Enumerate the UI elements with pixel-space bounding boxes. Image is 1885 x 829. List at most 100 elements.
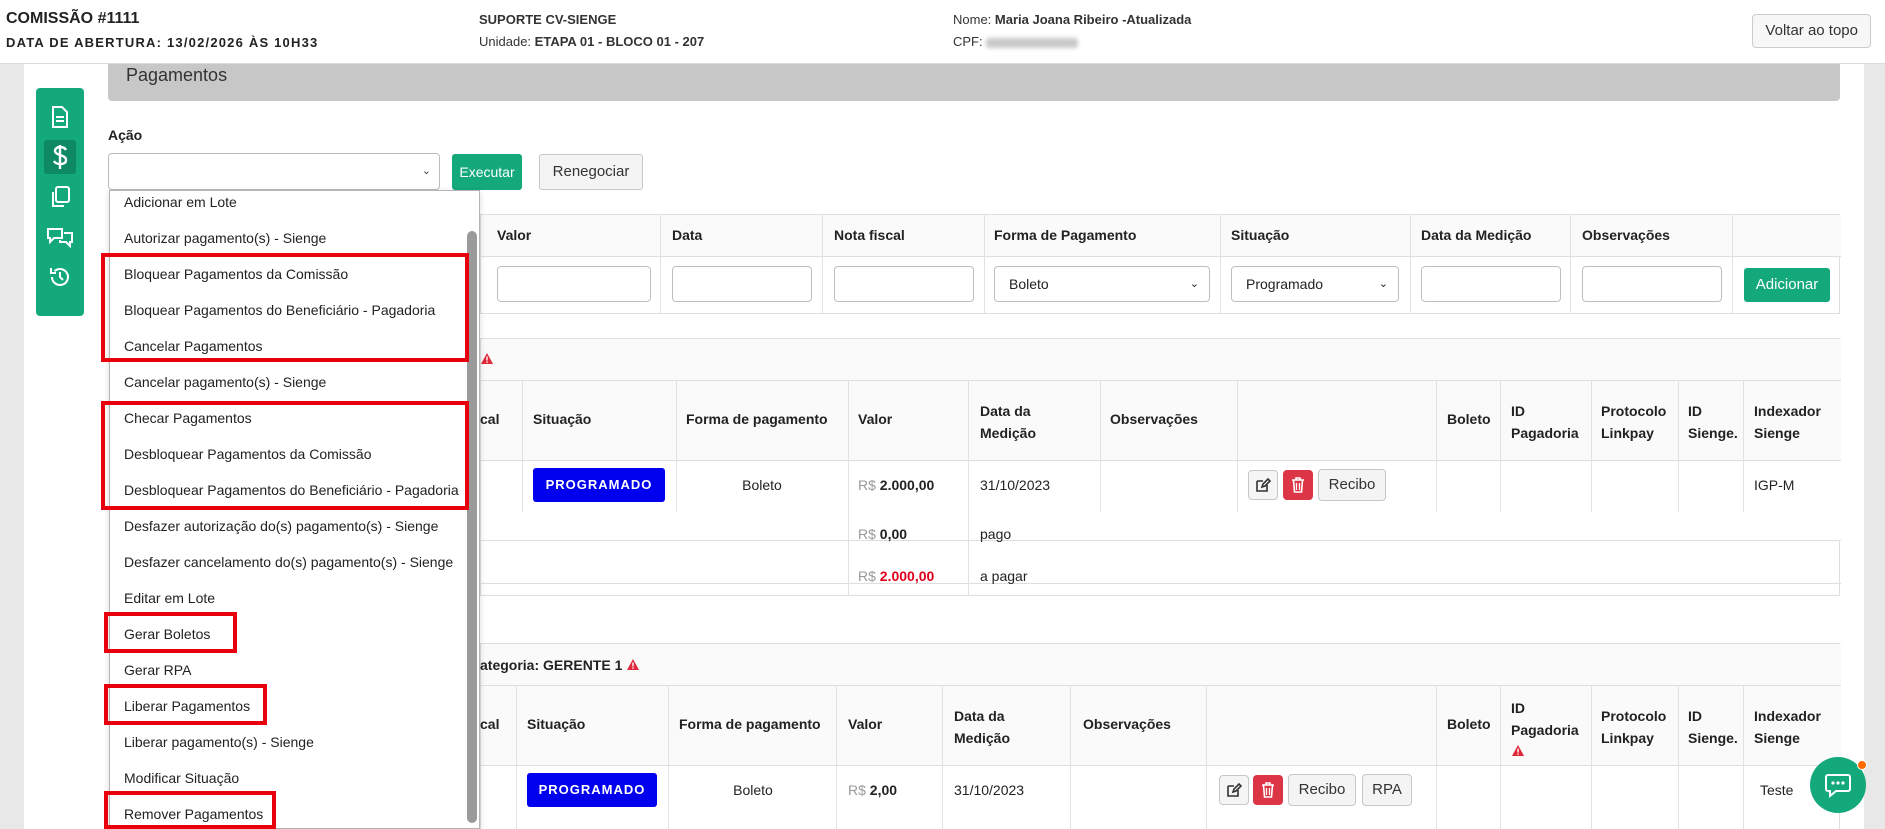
data-medicao-input[interactable]: [1421, 266, 1561, 302]
warning-icon: [480, 352, 494, 368]
t2-col-id-sienge: ID Sienge.: [1688, 708, 1738, 746]
t1-valor-value: 2.000,00: [879, 477, 935, 493]
dollar-icon[interactable]: [44, 140, 76, 174]
dropdown-option[interactable]: Desfazer cancelamento do(s) pagamento(s)…: [124, 554, 453, 570]
col-situacao: Situação: [1231, 227, 1290, 243]
cpf-info: CPF:: [953, 34, 1079, 49]
dropdown-option[interactable]: Cancelar pagamento(s) - Sienge: [124, 374, 326, 390]
dropdown-option[interactable]: Desfazer autorização do(s) pagamento(s) …: [124, 518, 438, 534]
unit-info: Unidade: ETAPA 01 - BLOCO 01 - 207: [479, 34, 704, 49]
t2-data-medicao-value: 31/10/2023: [954, 782, 1025, 798]
currency-label: R$: [858, 477, 876, 493]
t2-col-protocolo-linkpay: Protocolo Linkpay: [1601, 708, 1667, 746]
forma-pagamento-select[interactable]: Boleto ⌄: [994, 266, 1210, 302]
unit-value: ETAPA 01 - BLOCO 01 - 207: [534, 34, 705, 49]
dropdown-option[interactable]: Adicionar em Lote: [124, 194, 237, 210]
t1-col-valor: Valor: [858, 411, 893, 427]
highlight-box: [101, 401, 469, 510]
col-data: Data: [672, 227, 703, 243]
t1-col-id-sienge: ID Sienge.: [1688, 403, 1738, 441]
chat-icon: [1825, 774, 1851, 798]
t1-col-indexador: Indexador Sienge: [1754, 403, 1821, 441]
highlight-box: [104, 612, 237, 653]
recibo-button[interactable]: Recibo: [1288, 774, 1356, 806]
pago-label: pago: [980, 526, 1012, 542]
nota-fiscal-input[interactable]: [834, 266, 974, 302]
t1-valor: R$ 2.000,00: [858, 477, 934, 493]
situacao-select[interactable]: Programado ⌄: [1231, 266, 1399, 302]
dropdown-option[interactable]: Liberar pagamento(s) - Sienge: [124, 734, 314, 750]
status-badge: PROGRAMADO: [527, 773, 657, 807]
data-input[interactable]: [672, 266, 812, 302]
add-button[interactable]: Adicionar: [1744, 268, 1830, 302]
t2-forma-value: Boleto: [733, 782, 773, 798]
t2-col-valor: Valor: [848, 716, 883, 732]
t1-indexador-value: IGP-M: [1754, 477, 1795, 493]
delete-button[interactable]: [1283, 470, 1313, 500]
dropdown-option[interactable]: Modificar Situação: [124, 770, 239, 786]
currency-label: R$: [848, 782, 866, 798]
edit-icon: [1256, 477, 1271, 492]
highlight-box: [104, 791, 276, 829]
t1-col-situacao: Situação: [533, 411, 592, 427]
valor-input[interactable]: [497, 266, 651, 302]
t2-indexador-value: Teste: [1760, 782, 1794, 798]
delete-button[interactable]: [1253, 775, 1283, 805]
section-title: Pagamentos: [126, 65, 228, 85]
action-label: Ação: [108, 127, 143, 143]
t2-valor: R$ 2,00: [848, 782, 897, 798]
chevron-down-icon: ⌄: [1378, 278, 1388, 290]
t1-col-id-pagadoria: ID Pagadoria: [1511, 403, 1579, 441]
col-nota-fiscal: Nota fiscal: [834, 227, 905, 243]
dropdown-option[interactable]: Autorizar pagamento(s) - Sienge: [124, 230, 326, 246]
t1-col-partial: cal: [480, 411, 500, 427]
t1-summary-pago: R$ 0,00: [858, 526, 907, 542]
status-badge: PROGRAMADO: [533, 468, 665, 502]
t2-col-indexador: Indexador Sienge: [1754, 708, 1821, 746]
section-header: [108, 64, 1840, 101]
a-pagar-label: a pagar: [980, 568, 1028, 584]
dropdown-option[interactable]: Editar em Lote: [124, 590, 215, 606]
rpa-button[interactable]: RPA: [1362, 774, 1412, 806]
opening-date: DATA DE ABERTURA: 13/02/2026 ÀS 10H33: [6, 35, 319, 50]
a-pagar-value: 2.000,00: [879, 568, 935, 584]
pago-value: 0,00: [879, 526, 908, 542]
payments-table-1: [480, 338, 1841, 596]
execute-button[interactable]: Executar: [452, 154, 522, 190]
unit-label: Unidade:: [479, 34, 532, 49]
t2-col-forma: Forma de pagamento: [679, 716, 821, 732]
highlight-box: [101, 253, 469, 362]
t1-data-medicao-value: 31/10/2023: [980, 477, 1051, 493]
beneficiary-name: Nome: Maria Joana Ribeiro -Atualizada: [953, 12, 1191, 27]
col-forma-pagamento: Forma de Pagamento: [994, 227, 1137, 243]
t2-col-situacao: Situação: [527, 716, 586, 732]
copy-icon[interactable]: [44, 180, 76, 214]
chevron-down-icon: ⌄: [421, 165, 431, 177]
t2-col-observacoes: Observações: [1083, 716, 1171, 732]
t2-col-partial: cal: [480, 716, 500, 732]
document-icon[interactable]: [44, 100, 76, 134]
t1-summary-a-pagar: R$ 2.000,00: [858, 568, 934, 584]
chevron-down-icon: ⌄: [1189, 278, 1199, 290]
warning-icon: [627, 659, 640, 670]
chat-bubbles-icon[interactable]: [44, 220, 76, 254]
back-to-top-button[interactable]: Voltar ao topo: [1752, 14, 1871, 48]
recibo-button[interactable]: Recibo: [1318, 469, 1386, 501]
edit-button[interactable]: [1248, 470, 1278, 500]
commission-title: COMISSÃO #1111: [6, 10, 140, 27]
cpf-label: CPF:: [953, 34, 983, 49]
dropdown-option[interactable]: Gerar RPA: [124, 662, 191, 678]
t1-forma-value: Boleto: [742, 477, 782, 493]
history-icon[interactable]: [44, 260, 76, 294]
t1-col-protocolo-linkpay: Protocolo Linkpay: [1601, 403, 1667, 441]
renegotiate-button[interactable]: Renegociar: [539, 154, 643, 190]
cpf-redacted: [986, 37, 1079, 48]
t2-col-boleto: Boleto: [1447, 716, 1491, 732]
t1-col-boleto: Boleto: [1447, 411, 1491, 427]
edit-button[interactable]: [1219, 775, 1249, 805]
t1-col-forma: Forma de pagamento: [686, 411, 828, 427]
action-select[interactable]: ⌄: [108, 153, 440, 190]
name-value: Maria Joana Ribeiro -Atualizada: [994, 12, 1192, 27]
forma-pagamento-value: Boleto: [1009, 276, 1049, 292]
observacoes-input[interactable]: [1582, 266, 1722, 302]
